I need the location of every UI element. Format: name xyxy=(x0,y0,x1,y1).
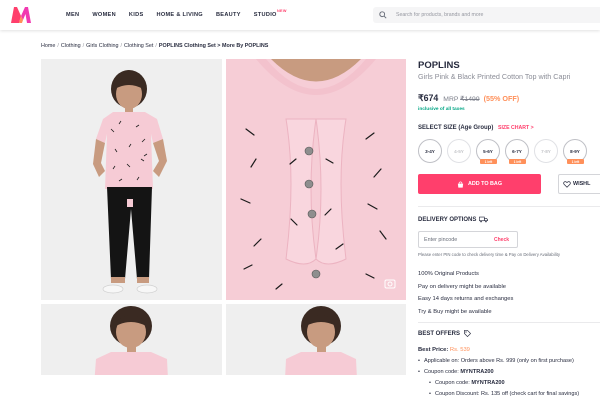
delivery-heading-label: DELIVERY OPTIONS xyxy=(418,216,477,223)
offers-heading-label: BEST OFFERS xyxy=(418,330,461,337)
stock-left-badge: 1 left xyxy=(567,159,584,164)
nav-women[interactable]: WOMEN xyxy=(92,12,116,18)
divider xyxy=(418,206,600,207)
size-label: 8-9Y xyxy=(570,148,580,154)
tax-note: inclusive of all taxes xyxy=(418,107,465,112)
mrp-value: ₹1499 xyxy=(460,96,480,103)
breadcrumb-clothing[interactable]: Clothing xyxy=(61,43,81,49)
pincode-box: Check xyxy=(418,231,518,248)
coupon-prefix: Coupon code: xyxy=(435,380,472,386)
size-option-3-4y[interactable]: 3-4Y xyxy=(418,139,442,163)
offers-heading: BEST OFFERS xyxy=(418,330,472,337)
nav-home-living[interactable]: HOME & LIVING xyxy=(156,12,202,18)
top-header: MEN WOMEN KIDS HOME & LIVING BEAUTY STUD… xyxy=(0,0,600,30)
selling-price: ₹674 xyxy=(418,93,439,103)
offer-details: Applicable on: Orders above Rs. 999 (onl… xyxy=(418,356,579,400)
zoom-icon[interactable] xyxy=(384,278,396,290)
size-label: 3-4Y xyxy=(425,148,435,154)
discount-percent: (55% OFF) xyxy=(483,94,520,103)
size-label: 4-5Y xyxy=(454,148,464,154)
offer-line: Coupon code: MYNTRA200 xyxy=(418,367,579,378)
size-option-7-8y: 7-8Y xyxy=(534,139,558,163)
truck-icon xyxy=(479,216,489,223)
nav-kids[interactable]: KIDS xyxy=(129,12,144,18)
top-closeup-illustration xyxy=(226,59,406,300)
nav-studio[interactable]: STUDIO NEW xyxy=(253,9,287,18)
price-row: ₹674 MRP ₹1499 (55% OFF) xyxy=(418,93,519,104)
size-option-6-7y[interactable]: 6-7Y 1 left xyxy=(505,139,529,164)
offer-line: Applicable on: Orders above Rs. 999 (onl… xyxy=(418,356,579,367)
nav-studio-label: STUDIO xyxy=(253,12,277,18)
girl-full-illustration xyxy=(41,59,222,300)
stock-left-badge: 1 left xyxy=(509,159,526,164)
coupon-code: MYNTRA200 xyxy=(471,380,505,386)
bag-icon xyxy=(457,181,464,188)
main-nav: MEN WOMEN KIDS HOME & LIVING BEAUTY STUD… xyxy=(66,0,290,30)
heart-icon xyxy=(563,181,571,188)
add-to-bag-label: ADD TO BAG xyxy=(467,181,503,187)
breadcrumb-clothing-set[interactable]: Clothing Set xyxy=(124,43,153,49)
product-brand: POPLINS xyxy=(418,60,460,71)
product-image-front[interactable] xyxy=(41,59,222,300)
size-selector: 3-4Y 4-5Y 5-6Y 1 left 6-7Y 1 left 7-8Y 8-9… xyxy=(418,139,592,164)
breadcrumb: Home / Clothing / Girls Clothing / Clothing Se… xyxy=(41,43,269,49)
feature-item: Easy 14 days returns and exchanges xyxy=(418,296,514,302)
best-price: Best Price: Rs. 539 xyxy=(418,347,470,353)
best-price-value: Rs. 539 xyxy=(449,347,470,353)
mrp-label: MRP xyxy=(443,96,459,103)
best-price-label: Best Price: xyxy=(418,347,449,353)
offer-line: Coupon code: MYNTRA200 xyxy=(418,378,579,389)
delivery-heading: DELIVERY OPTIONS xyxy=(418,216,489,223)
size-option-5-6y[interactable]: 5-6Y 1 left xyxy=(476,139,500,164)
size-option-4-5y: 4-5Y xyxy=(447,139,471,163)
nav-beauty[interactable]: BEAUTY xyxy=(216,12,241,18)
feature-item: Pay on delivery might be available xyxy=(418,283,506,290)
breadcrumb-home[interactable]: Home xyxy=(41,43,55,49)
breadcrumb-girls-clothing[interactable]: Girls Clothing xyxy=(86,43,118,49)
breadcrumb-current: POPLINS Clothing Set > More By POPLINS xyxy=(158,43,269,49)
size-label: 5-6Y xyxy=(483,148,493,154)
pincode-input[interactable] xyxy=(424,236,486,243)
new-badge: NEW xyxy=(276,9,287,13)
coupon-code: MYNTRA200 xyxy=(460,369,494,375)
size-option-8-9y[interactable]: 8-9Y 1 left xyxy=(563,139,587,164)
feature-item: Try & Buy might be available xyxy=(418,308,492,315)
offer-line: Coupon Discount: Rs. 135 off (check cart… xyxy=(418,389,579,400)
pincode-note: Please enter PIN code to check delivery … xyxy=(418,252,561,257)
search-input[interactable] xyxy=(396,12,586,18)
coupon-prefix: Coupon code: xyxy=(424,369,461,375)
mrp: MRP ₹1499 xyxy=(443,95,479,103)
delivery-features: 100% Original Products Pay on delivery m… xyxy=(418,268,513,318)
add-to-bag-button[interactable]: ADD TO BAG xyxy=(418,174,541,194)
myntra-logo[interactable] xyxy=(10,5,32,25)
nav-men[interactable]: MEN xyxy=(66,12,79,18)
product-image-closeup[interactable] xyxy=(226,59,406,300)
size-label: 6-7Y xyxy=(512,148,522,154)
wishlist-label: WISHL xyxy=(573,181,591,187)
size-chart-link[interactable]: SIZE CHART > xyxy=(498,125,534,131)
loading-overlay xyxy=(33,375,406,400)
tag-icon xyxy=(464,330,472,337)
stock-left-badge: 1 left xyxy=(480,159,497,164)
wishlist-button[interactable]: WISHL xyxy=(558,174,600,194)
search-bar xyxy=(373,7,600,23)
size-heading: SELECT SIZE (Age Group) xyxy=(418,125,494,131)
divider xyxy=(418,322,600,323)
size-label: 7-8Y xyxy=(541,148,551,154)
search-icon[interactable] xyxy=(379,11,387,19)
check-pincode-button[interactable]: Check xyxy=(494,237,509,243)
feature-item: 100% Original Products xyxy=(418,271,479,277)
product-name: Girls Pink & Black Printed Cotton Top wi… xyxy=(418,72,571,81)
